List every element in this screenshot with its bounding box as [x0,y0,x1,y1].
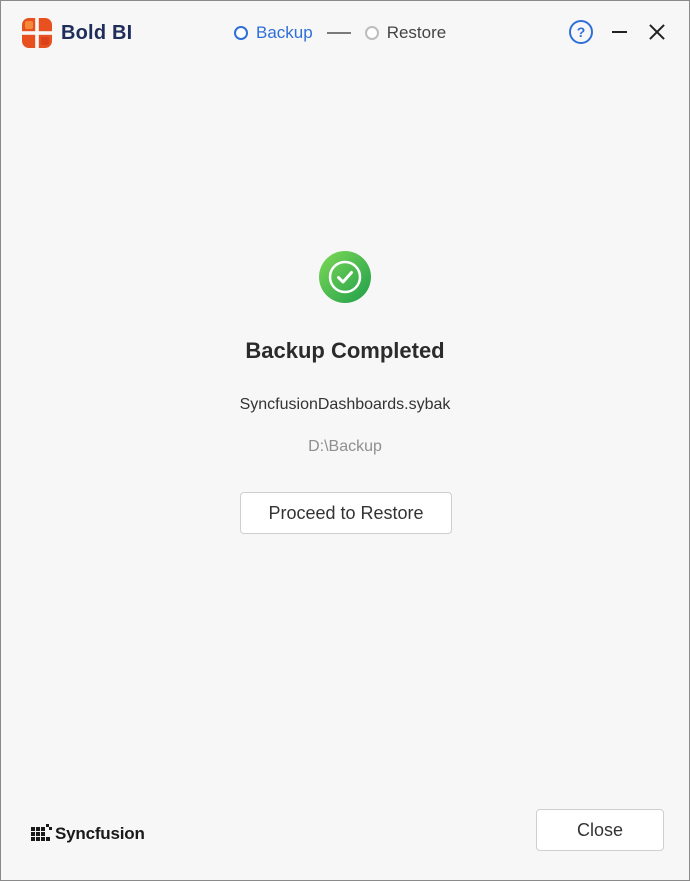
step-label: Restore [386,23,447,42]
syncfusion-logo-icon [31,824,52,841]
help-icon[interactable]: ? [569,20,593,44]
app-logo: Bold BI [22,18,132,48]
step-restore[interactable]: Restore [364,23,447,43]
wizard-steps: Backup Restore [234,23,446,43]
close-button[interactable]: Close [536,809,664,851]
status-title: Backup Completed [245,338,445,363]
title-bar: Bold BI Backup Restore ? [1,1,689,65]
step-indicator-icon [364,26,379,40]
backup-path: D:\Backup [308,438,382,455]
minimize-icon[interactable] [607,20,631,44]
app-name: Bold BI [61,21,133,44]
step-indicator-icon [234,26,248,40]
bold-bi-logo-icon [22,18,52,48]
step-connector [326,32,351,34]
window-controls: ? [569,20,669,44]
step-label: Backup [256,23,313,42]
proceed-to-restore-button[interactable]: Proceed to Restore [240,492,452,534]
check-circle-icon [319,251,371,303]
step-backup[interactable]: Backup [234,23,313,43]
syncfusion-logo: Syncfusion [31,823,145,845]
backup-window: Bold BI Backup Restore ? Backup Complete… [0,0,690,881]
backup-filename: SyncfusionDashboards.sybak [239,396,451,413]
vendor-name: Syncfusion [55,824,145,843]
close-icon[interactable] [645,20,669,44]
